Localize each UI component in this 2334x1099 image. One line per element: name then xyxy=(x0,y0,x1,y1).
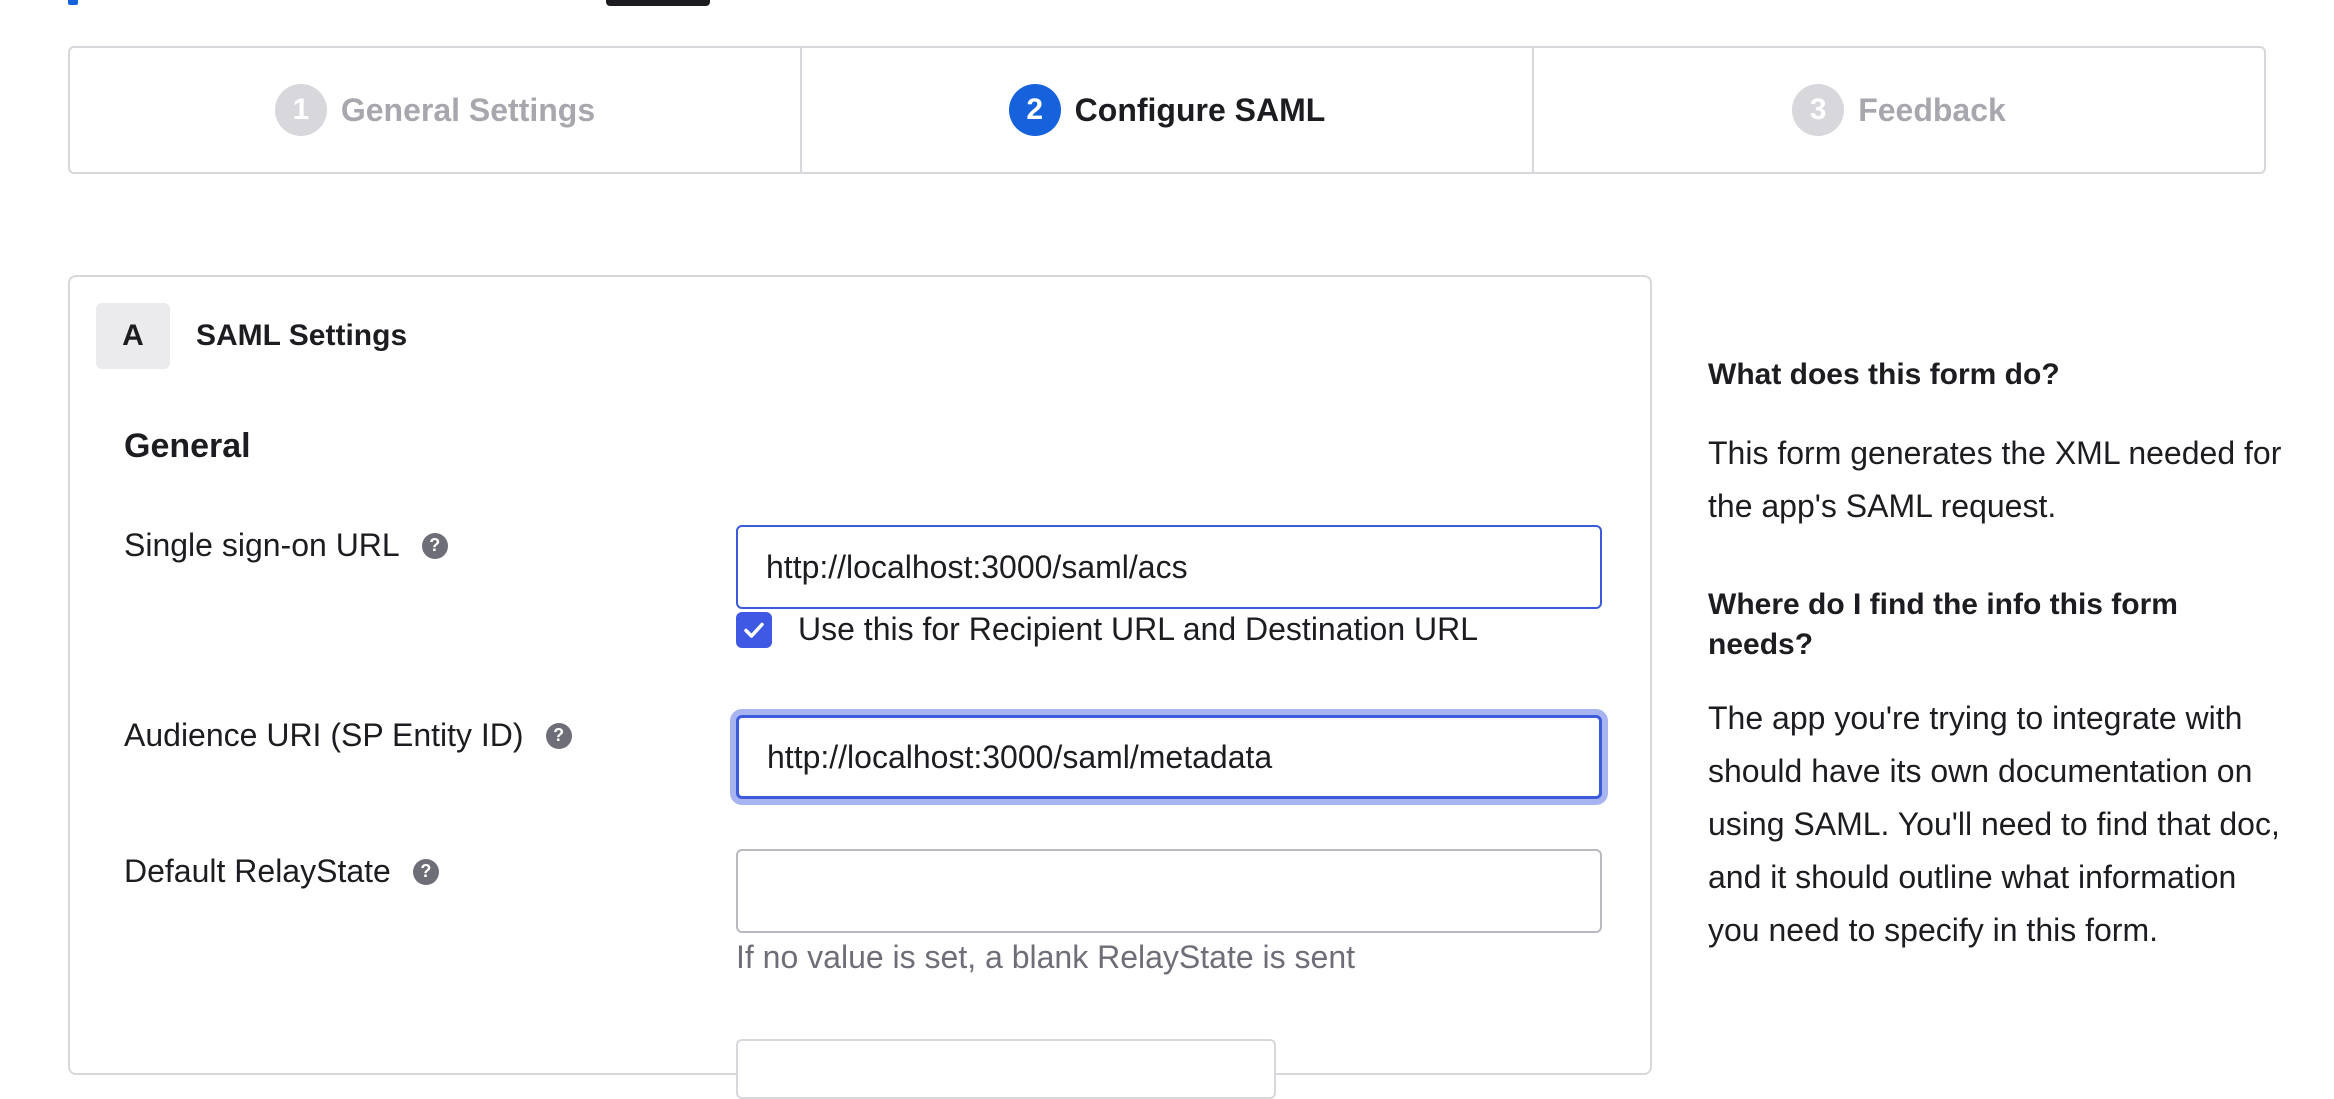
help-answer-1: This form generates the XML needed for t… xyxy=(1708,435,2282,524)
help-question-1: What does this form do? xyxy=(1708,358,2060,391)
step-configure-saml[interactable]: 2 Configure SAML xyxy=(800,48,1532,172)
step-number-badge: 2 xyxy=(1008,84,1061,136)
relay-state-hint: If no value is set, a blank RelayState i… xyxy=(736,939,1355,975)
card-header: A SAML Settings xyxy=(96,303,407,369)
saml-settings-card: A SAML Settings General Single sign-on U… xyxy=(68,275,1652,1099)
wizard-steps: 1 General Settings 2 Configure SAML 3 Fe… xyxy=(68,46,2266,174)
sso-url-label-text: Single sign-on URL xyxy=(124,527,400,563)
checkmark-icon xyxy=(744,622,764,638)
step-label: Configure SAML xyxy=(1074,91,1326,128)
question-mark-icon[interactable]: ? xyxy=(412,858,439,885)
sso-url-input[interactable] xyxy=(736,525,1602,609)
header-cropped-text xyxy=(606,0,710,6)
section-title: General xyxy=(124,427,251,465)
audience-uri-input[interactable] xyxy=(736,715,1602,799)
next-field-input[interactable] xyxy=(736,1039,1276,1099)
help-question-2: Where do I find the info this form needs… xyxy=(1708,588,2178,661)
question-mark-icon[interactable]: ? xyxy=(545,722,572,749)
recipient-url-option: Use this for Recipient URL and Destinati… xyxy=(736,611,1478,648)
step-number-badge: 1 xyxy=(274,84,327,136)
question-mark-icon[interactable]: ? xyxy=(421,532,448,559)
header-cropped xyxy=(68,0,710,6)
header-cropped-accent xyxy=(68,0,78,5)
relay-state-input[interactable] xyxy=(736,849,1602,933)
step-label: Feedback xyxy=(1858,91,2006,128)
sso-url-label: Single sign-on URL ? xyxy=(124,527,448,564)
recipient-url-checkbox[interactable] xyxy=(736,611,772,648)
audience-uri-label: Audience URI (SP Entity ID) ? xyxy=(124,717,572,754)
step-feedback[interactable]: 3 Feedback xyxy=(1532,48,2264,172)
section-badge: A xyxy=(96,303,170,369)
audience-uri-label-text: Audience URI (SP Entity ID) xyxy=(124,717,524,753)
card-title: SAML Settings xyxy=(196,319,408,352)
step-label: General Settings xyxy=(340,91,596,128)
relay-state-label: Default RelayState ? xyxy=(124,853,439,890)
help-answer-2: The app you're trying to integrate with … xyxy=(1708,700,2280,948)
relay-state-label-text: Default RelayState xyxy=(124,853,391,889)
step-number-badge: 3 xyxy=(1792,84,1845,136)
recipient-url-checkbox-label[interactable]: Use this for Recipient URL and Destinati… xyxy=(798,611,1478,648)
step-general-settings[interactable]: 1 General Settings xyxy=(70,48,800,172)
